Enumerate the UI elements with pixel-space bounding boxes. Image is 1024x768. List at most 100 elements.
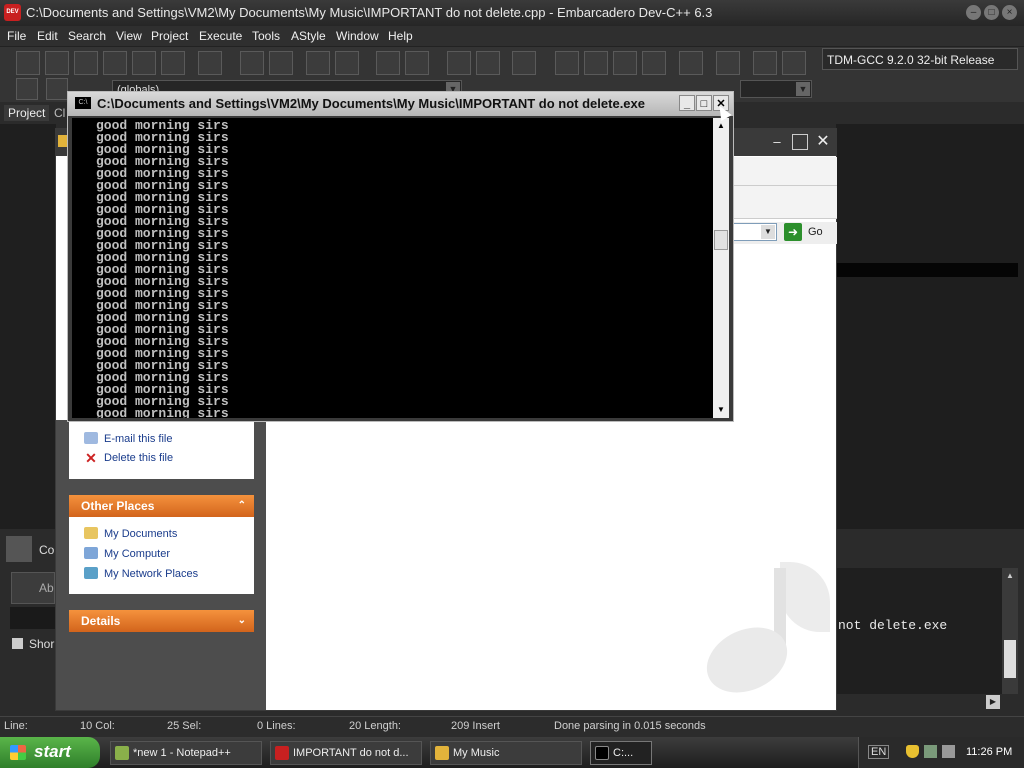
minimize-icon[interactable]: – bbox=[966, 5, 981, 20]
maximize-icon[interactable]: □ bbox=[984, 5, 999, 20]
menu-file[interactable]: File bbox=[7, 29, 26, 43]
shorten-paths-checkbox[interactable] bbox=[12, 638, 23, 649]
close-icon[interactable]: ✕ bbox=[815, 134, 831, 150]
replace-icon[interactable] bbox=[269, 51, 293, 75]
delete-profile-icon[interactable] bbox=[782, 51, 806, 75]
delete-file-link[interactable]: ✕ Delete this file bbox=[84, 451, 174, 465]
menu-window[interactable]: Window bbox=[336, 29, 379, 43]
chevron-down-icon[interactable]: ⌄ bbox=[238, 610, 246, 632]
email-file-label: E-mail this file bbox=[104, 433, 173, 445]
details-title: Details bbox=[81, 614, 121, 628]
other-places-header[interactable]: Other Places ⌃ bbox=[69, 495, 254, 517]
security-shield-icon[interactable] bbox=[906, 745, 919, 758]
close-icon[interactable]: × bbox=[1002, 5, 1017, 20]
abort-button[interactable]: Ab bbox=[11, 572, 55, 604]
clock[interactable]: 11:26 PM bbox=[966, 746, 1012, 758]
console-scrollbar[interactable]: ▲ ▼ bbox=[713, 118, 729, 418]
my-documents-link[interactable]: My Documents bbox=[84, 527, 177, 540]
tab-project[interactable]: Project bbox=[4, 105, 50, 121]
print-icon[interactable] bbox=[198, 51, 222, 75]
menu-execute[interactable]: Execute bbox=[199, 29, 242, 43]
tab-compiler[interactable]: Co bbox=[39, 543, 54, 557]
project-options-icon[interactable] bbox=[512, 51, 536, 75]
close-file-icon[interactable] bbox=[132, 51, 156, 75]
scroll-right-icon[interactable]: ▶ bbox=[986, 695, 1000, 709]
minimize-icon[interactable]: _ bbox=[679, 95, 695, 111]
new-project-icon[interactable] bbox=[447, 51, 471, 75]
menu-bar: File Edit Search View Project Execute To… bbox=[0, 26, 1024, 46]
compiler-tab-icon[interactable] bbox=[6, 536, 32, 562]
status-sel: 25 Sel: bbox=[167, 720, 202, 732]
scroll-up-icon[interactable]: ▲ bbox=[1003, 570, 1017, 582]
log-field[interactable] bbox=[10, 607, 56, 629]
go-arrow-icon: ➜ bbox=[784, 223, 802, 241]
tab-classes[interactable]: Cl bbox=[54, 106, 65, 120]
chevron-up-icon[interactable]: ⌃ bbox=[238, 495, 246, 517]
compile-log-scrollbar[interactable]: ▲ bbox=[1002, 568, 1018, 694]
volume-icon[interactable] bbox=[942, 745, 955, 758]
bookmark-icon[interactable] bbox=[46, 78, 68, 100]
taskbar-item-label: C:... bbox=[613, 747, 634, 759]
maximize-icon[interactable] bbox=[792, 134, 808, 150]
taskbar-item-notepadpp[interactable]: *new 1 - Notepad++ bbox=[110, 741, 262, 765]
menu-astyle[interactable]: AStyle bbox=[291, 29, 326, 43]
delete-file-label: Delete this file bbox=[104, 452, 174, 464]
email-file-link[interactable]: E-mail this file bbox=[84, 432, 172, 445]
save-icon[interactable] bbox=[74, 51, 98, 75]
add-to-project-icon[interactable] bbox=[476, 51, 500, 75]
find-icon[interactable] bbox=[240, 51, 264, 75]
compile-run-icon[interactable] bbox=[613, 51, 637, 75]
scroll-thumb[interactable] bbox=[714, 230, 728, 250]
undo-icon[interactable] bbox=[376, 51, 400, 75]
open-file-icon[interactable] bbox=[45, 51, 69, 75]
goto-icon[interactable] bbox=[16, 78, 38, 100]
status-message: Done parsing in 0.015 seconds bbox=[554, 720, 706, 732]
menu-help[interactable]: Help bbox=[388, 29, 413, 43]
redo-icon[interactable] bbox=[405, 51, 429, 75]
check-syntax-icon[interactable] bbox=[679, 51, 703, 75]
stop-execution-icon[interactable] bbox=[716, 51, 740, 75]
rebuild-icon[interactable] bbox=[642, 51, 666, 75]
scroll-thumb[interactable] bbox=[1004, 640, 1016, 678]
taskbar-item-console[interactable]: C:... bbox=[590, 741, 652, 765]
devcpp-title-bar[interactable]: DEV C:\Documents and Settings\VM2\My Doc… bbox=[0, 0, 1024, 26]
language-indicator[interactable]: EN bbox=[868, 745, 890, 759]
menu-view[interactable]: View bbox=[116, 29, 142, 43]
details-header[interactable]: Details ⌄ bbox=[69, 610, 254, 632]
new-file-icon[interactable] bbox=[16, 51, 40, 75]
start-button[interactable]: start bbox=[0, 737, 100, 768]
chevron-down-icon[interactable]: ▼ bbox=[761, 225, 775, 239]
indent-icon[interactable] bbox=[306, 51, 330, 75]
go-button[interactable]: ➜ Go bbox=[784, 223, 830, 241]
console-title-bar[interactable]: C:\ C:\Documents and Settings\VM2\My Doc… bbox=[68, 92, 733, 116]
computer-icon bbox=[84, 547, 98, 559]
network-icon[interactable] bbox=[924, 745, 937, 758]
scroll-down-icon[interactable]: ▼ bbox=[714, 404, 728, 416]
other-places-title: Other Places bbox=[81, 499, 155, 513]
compiler-select[interactable]: TDM-GCC 9.2.0 32-bit Release bbox=[822, 48, 1018, 70]
menu-tools[interactable]: Tools bbox=[252, 29, 280, 43]
menu-edit[interactable]: Edit bbox=[37, 29, 58, 43]
status-lines: 0 Lines: bbox=[257, 720, 296, 732]
close-all-icon[interactable] bbox=[161, 51, 185, 75]
save-all-icon[interactable] bbox=[103, 51, 127, 75]
minimize-icon[interactable]: – bbox=[769, 134, 785, 150]
function-combo[interactable]: ▼ bbox=[740, 80, 812, 98]
taskbar-item-my-music[interactable]: My Music bbox=[430, 741, 582, 765]
menu-project[interactable]: Project bbox=[151, 29, 188, 43]
profile-icon[interactable] bbox=[753, 51, 777, 75]
my-computer-link[interactable]: My Computer bbox=[84, 547, 170, 560]
compile-icon[interactable] bbox=[555, 51, 579, 75]
scroll-up-icon[interactable]: ▲ bbox=[714, 120, 728, 132]
taskbar-item-devcpp[interactable]: IMPORTANT do not d... bbox=[270, 741, 422, 765]
my-network-places-link[interactable]: My Network Places bbox=[84, 567, 198, 580]
menu-search[interactable]: Search bbox=[68, 29, 106, 43]
address-input[interactable]: ▼ bbox=[733, 223, 777, 241]
taskbar-item-label: IMPORTANT do not d... bbox=[293, 747, 409, 759]
unindent-icon[interactable] bbox=[335, 51, 359, 75]
run-icon[interactable] bbox=[584, 51, 608, 75]
editor-area[interactable] bbox=[836, 124, 1024, 529]
console-output[interactable]: good morning sirs good morning sirs good… bbox=[72, 118, 713, 418]
maximize-icon[interactable]: □ bbox=[696, 95, 712, 111]
console-line: good morning sirs bbox=[96, 406, 229, 418]
